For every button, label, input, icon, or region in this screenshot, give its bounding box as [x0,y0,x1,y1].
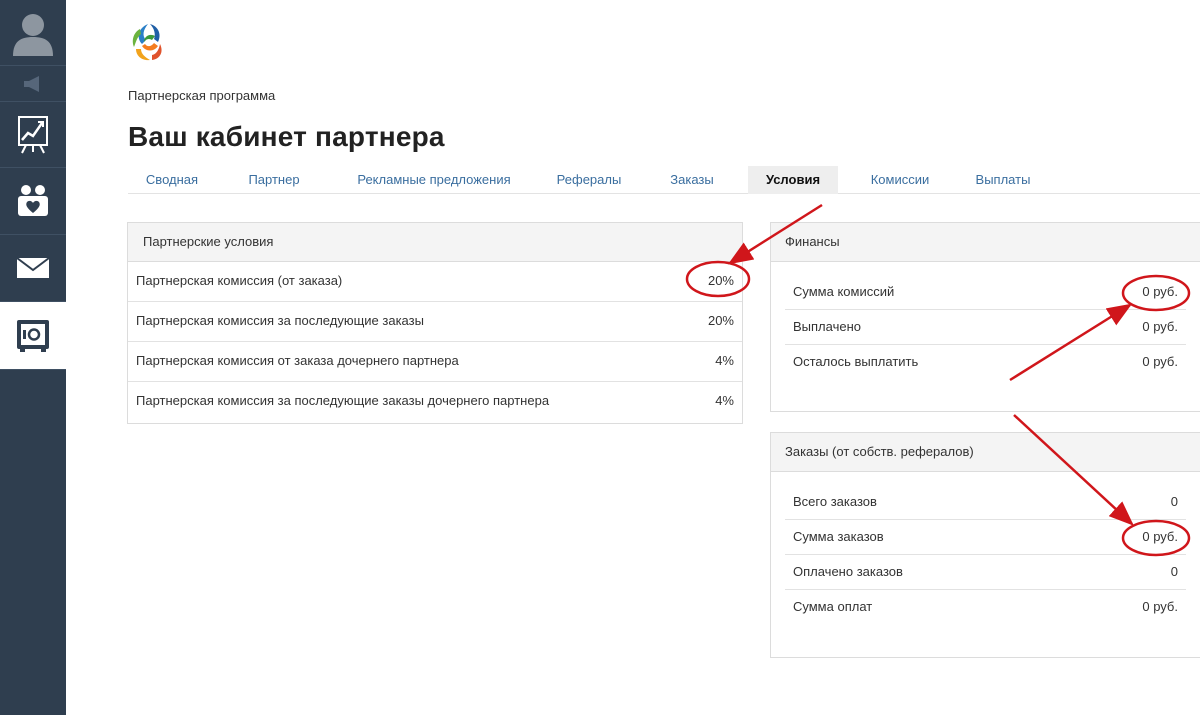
row-label: Всего заказов [793,494,877,509]
table-row: Сумма оплат 0 руб. [785,590,1186,625]
row-label: Партнерская комиссия от заказа дочернего… [136,353,459,368]
company-logo[interactable] [128,22,170,62]
table-row: Партнерская комиссия (от заказа) 20% [128,262,742,302]
panel-title: Заказы (от собств. рефералов) [771,433,1200,472]
main-content: Партнерская программа Ваш кабинет партне… [66,0,1200,715]
table-row: Оплачено заказов 0 [785,555,1186,590]
finances-panel: Финансы Сумма комиссий 0 руб. Выплачено … [770,222,1200,412]
row-label: Выплачено [793,319,861,334]
row-value: 0 руб. [1142,529,1178,544]
tab-summary[interactable]: Сводная [128,166,216,194]
table-row: Осталось выплатить 0 руб. [785,345,1186,380]
megaphone-icon[interactable] [0,66,66,102]
tab-partner[interactable]: Партнер [234,166,314,194]
table-row: Сумма комиссий 0 руб. [785,275,1186,310]
row-label: Партнерская комиссия за последующие зака… [136,313,424,328]
user-avatar-icon[interactable] [0,0,66,66]
tab-conditions[interactable]: Условия [748,166,838,194]
tab-referrals[interactable]: Рефералы [542,166,636,194]
mail-icon[interactable] [0,235,66,302]
row-value: 4% [715,353,734,368]
row-label: Сумма комиссий [793,284,895,299]
row-label: Партнерская комиссия за последующие зака… [136,393,550,408]
table-row: Всего заказов 0 [785,485,1186,520]
tab-bar: Сводная Партнер Рекламные предложения Ре… [128,166,1200,194]
chart-board-icon[interactable] [0,102,66,168]
row-value: 0 руб. [1142,284,1178,299]
row-value: 4% [715,393,734,408]
row-label: Оплачено заказов [793,564,903,579]
row-value: 0 руб. [1142,354,1178,369]
row-value: 0 [1170,494,1178,509]
panel-title: Финансы [771,223,1200,262]
row-value: 0 [1170,564,1178,579]
row-label: Сумма заказов [793,529,884,544]
safe-icon[interactable] [0,302,66,370]
table-row: Партнерская комиссия от заказа дочернего… [128,342,742,382]
row-value: 0 руб. [1142,599,1178,614]
table-row: Выплачено 0 руб. [785,310,1186,345]
panel-title: Партнерские условия [128,223,742,262]
page-title: Ваш кабинет партнера [128,121,445,152]
row-label: Осталось выплатить [793,354,919,369]
tab-orders[interactable]: Заказы [652,166,732,194]
partners-icon[interactable] [0,168,66,235]
row-value: 0 руб. [1142,319,1178,334]
breadcrumb[interactable]: Партнерская программа [128,88,275,103]
tab-payouts[interactable]: Выплаты [962,166,1044,194]
table-row: Партнерская комиссия за последующие зака… [128,382,742,422]
partner-conditions-panel: Партнерские условия Партнерская комиссия… [127,222,743,424]
orders-panel: Заказы (от собств. рефералов) Всего зака… [770,432,1200,658]
row-label: Сумма оплат [793,599,873,614]
left-sidebar [0,0,66,715]
row-label: Партнерская комиссия (от заказа) [136,273,343,288]
tab-ad-offers[interactable]: Рекламные предложения [334,166,534,194]
tab-commissions[interactable]: Комиссии [854,166,946,194]
row-value: 20% [707,273,734,288]
table-row: Партнерская комиссия за последующие зака… [128,302,742,342]
row-value: 20% [707,313,734,328]
table-row: Сумма заказов 0 руб. [785,520,1186,555]
